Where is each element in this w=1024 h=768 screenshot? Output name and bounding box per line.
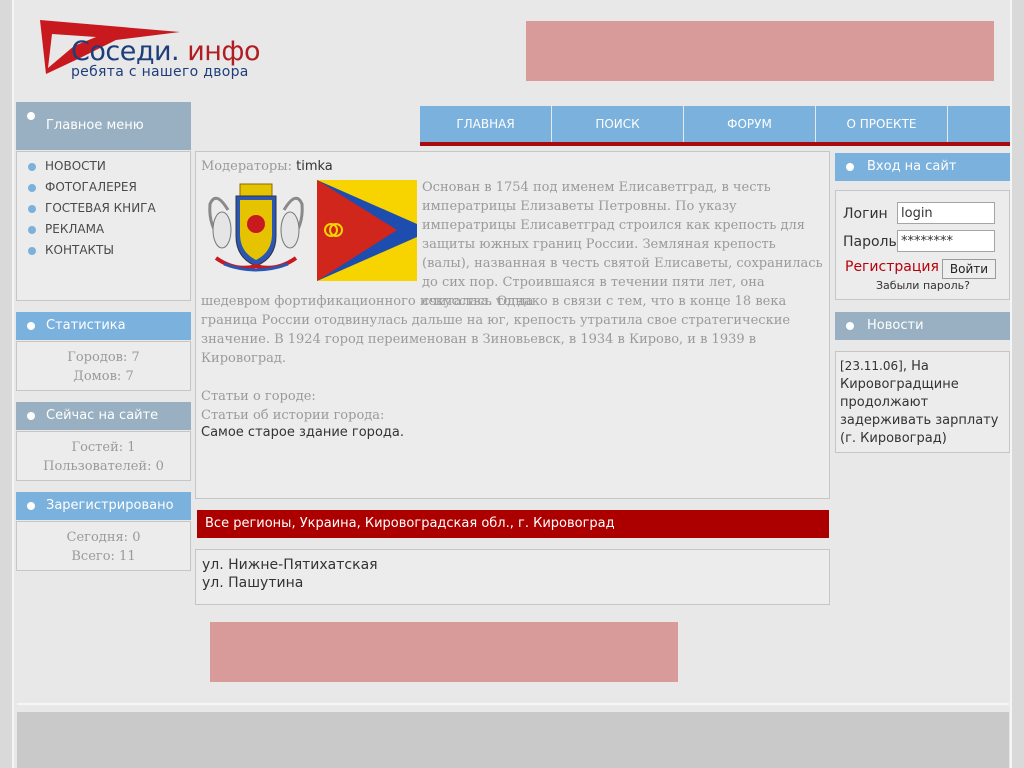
logo-title[interactable]: Соседи. инфо bbox=[71, 36, 261, 67]
top-nav: ГЛАВНАЯ ПОИСК ФОРУМ О ПРОЕКТЕ bbox=[420, 106, 1010, 142]
registered-today: Сегодня: 0 bbox=[66, 530, 141, 545]
stats-title: Статистика bbox=[46, 318, 126, 333]
online-title: Сейчас на сайте bbox=[46, 408, 159, 423]
region-path[interactable]: Все регионы, Украина, Кировоградская обл… bbox=[205, 516, 615, 531]
stats-header: Статистика bbox=[16, 312, 191, 340]
stats-houses: Домов: 7 bbox=[73, 369, 134, 384]
registered-header: Зарегистрировано bbox=[16, 492, 191, 520]
news-header: Новости bbox=[835, 312, 1010, 340]
moderator-link[interactable]: timka bbox=[296, 159, 333, 174]
online-guests: Гостей: 1 bbox=[71, 440, 136, 455]
online-box: Гостей: 1 Пользователей: 0 bbox=[16, 431, 191, 481]
moderators-line: Модераторы: timka bbox=[201, 157, 333, 176]
login-header: Вход на сайт bbox=[835, 153, 1010, 181]
register-link[interactable]: Регистрация bbox=[845, 259, 939, 275]
login-label: Логин bbox=[843, 206, 888, 222]
article-link[interactable]: Самое старое здание города. bbox=[201, 425, 404, 440]
registered-title: Зарегистрировано bbox=[46, 498, 174, 513]
registered-total: Всего: 11 bbox=[71, 549, 136, 564]
region-breadcrumb: Все регионы, Украина, Кировоградская обл… bbox=[197, 510, 829, 538]
nav-underline bbox=[420, 142, 1010, 146]
registered-box: Сегодня: 0 Всего: 11 bbox=[16, 521, 191, 571]
news-title: Новости bbox=[867, 318, 924, 333]
logo-title-accent: инфо bbox=[179, 36, 261, 67]
news-date: [23.11.06] bbox=[840, 359, 903, 373]
login-title: Вход на сайт bbox=[867, 159, 957, 174]
streets-box: ул. Нижне-Пятихатская ул. Пашутина bbox=[195, 549, 830, 605]
menu-item-gallery[interactable]: ФОТОГАЛЕРЕЯ bbox=[17, 177, 190, 198]
nav-about[interactable]: О ПРОЕКТЕ bbox=[816, 106, 948, 142]
password-label: Пароль bbox=[843, 234, 897, 250]
moderators-label: Модераторы: bbox=[201, 159, 292, 174]
main-menu: НОВОСТИ ФОТОГАЛЕРЕЯ ГОСТЕВАЯ КНИГА РЕКЛА… bbox=[16, 151, 191, 301]
page-frame: Соседи. инфо ребята с нашего двора Главн… bbox=[12, 0, 1012, 768]
main-menu-header: Главное меню bbox=[16, 102, 191, 150]
menu-item-guestbook[interactable]: ГОСТЕВАЯ КНИГА bbox=[17, 198, 190, 219]
city-flag-icon bbox=[317, 180, 417, 281]
online-header: Сейчас на сайте bbox=[16, 402, 191, 430]
online-users: Пользователей: 0 bbox=[43, 459, 164, 474]
password-input[interactable] bbox=[897, 230, 995, 252]
nav-home[interactable]: ГЛАВНАЯ bbox=[420, 106, 552, 142]
logo-tagline: ребята с нашего двора bbox=[71, 64, 249, 80]
forgot-password-link[interactable]: Забыли пароль? bbox=[876, 279, 970, 292]
stats-cities: Городов: 7 bbox=[67, 350, 140, 365]
news-item[interactable]: [23.11.06], На Кировоградщине продолжают… bbox=[840, 357, 1006, 448]
nav-forum[interactable]: ФОРУМ bbox=[684, 106, 816, 142]
street-link[interactable]: ул. Нижне-Пятихатская bbox=[202, 556, 829, 574]
articles-city-label: Статьи о городе: bbox=[201, 389, 316, 404]
footer-divider bbox=[17, 703, 1009, 705]
articles-history-label: Статьи об истории города: bbox=[201, 408, 385, 423]
coat-of-arms-icon bbox=[208, 183, 304, 272]
stats-box: Городов: 7 Домов: 7 bbox=[16, 341, 191, 391]
nav-search[interactable]: ПОИСК bbox=[552, 106, 684, 142]
menu-item-contacts[interactable]: КОНТАКТЫ bbox=[17, 240, 190, 261]
login-input[interactable] bbox=[897, 202, 995, 224]
street-link[interactable]: ул. Пашутина bbox=[202, 574, 829, 592]
menu-item-news[interactable]: НОВОСТИ bbox=[17, 156, 190, 177]
login-submit-button[interactable]: Войти bbox=[942, 259, 996, 279]
main-menu-title: Главное меню bbox=[46, 118, 144, 133]
city-description-bottom: шедевром фортификационного искусства. Од… bbox=[201, 294, 791, 366]
logo-title-main: Соседи. bbox=[71, 36, 180, 67]
footer bbox=[17, 712, 1009, 768]
menu-item-ads[interactable]: РЕКЛАМА bbox=[17, 219, 190, 240]
top-banner[interactable] bbox=[526, 21, 994, 81]
bottom-banner[interactable] bbox=[210, 622, 678, 682]
